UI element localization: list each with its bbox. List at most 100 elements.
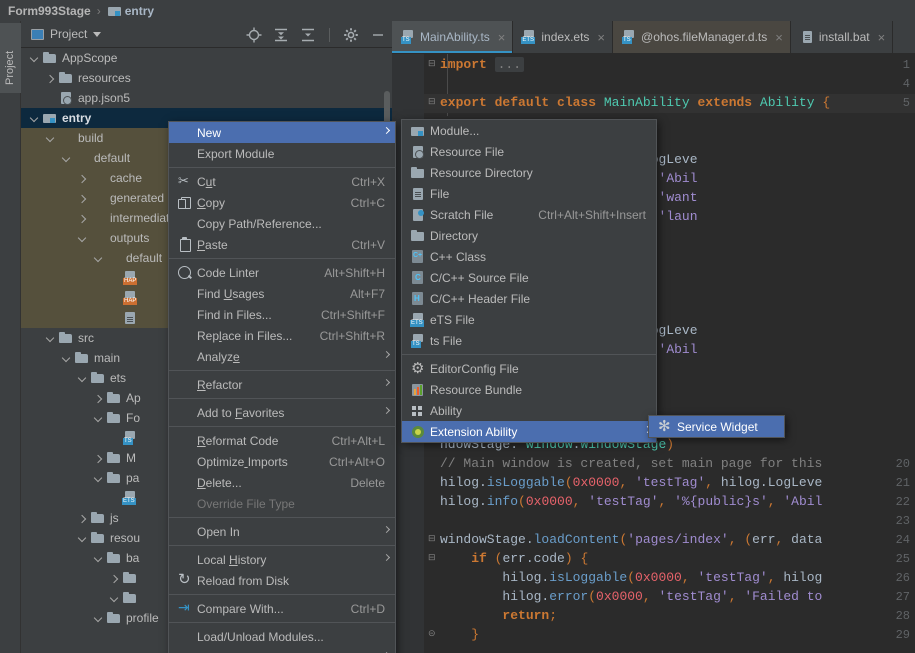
menu-item[interactable]: C/C++ Source File bbox=[402, 267, 656, 288]
menu-item[interactable]: Extension Ability bbox=[402, 421, 656, 442]
code-line[interactable]: hilog.info(0x0000, 'testTag', '%{public}… bbox=[440, 494, 822, 509]
breadcrumb-module[interactable]: entry bbox=[125, 4, 154, 18]
menu-item[interactable]: C/C++ Header File bbox=[402, 288, 656, 309]
menu-item[interactable]: Copy Path/Reference... bbox=[169, 213, 395, 234]
chevron-down-icon[interactable] bbox=[77, 533, 88, 544]
close-icon[interactable]: × bbox=[775, 31, 783, 44]
menu-item[interactable]: Add to Favorites bbox=[169, 402, 395, 423]
menu-item[interactable]: Paste Ctrl+V bbox=[169, 234, 395, 255]
code-line[interactable]: hilog.isLoggable(0x0000, 'testTag', hilo… bbox=[440, 570, 822, 585]
editor-tab[interactable]: install.bat × bbox=[791, 21, 894, 53]
code-line[interactable]: return; bbox=[440, 608, 557, 623]
chevron-right-icon[interactable] bbox=[77, 193, 88, 204]
chevron-down-icon[interactable] bbox=[93, 413, 104, 424]
fold-marker-icon[interactable]: ⊟ bbox=[428, 58, 439, 69]
chevron-down-icon[interactable] bbox=[93, 473, 104, 484]
chevron-right-icon[interactable] bbox=[109, 573, 120, 584]
editor-tab[interactable]: @ohos.fileManager.d.ts × bbox=[613, 21, 791, 53]
tool-strip-project-button[interactable]: Project bbox=[0, 23, 21, 93]
expand-all-icon[interactable] bbox=[273, 27, 289, 43]
menu-item[interactable]: Compare With... Ctrl+D bbox=[169, 598, 395, 619]
menu-item[interactable]: Directory bbox=[402, 225, 656, 246]
breadcrumb-project[interactable]: Form993Stage bbox=[8, 4, 91, 18]
fold-marker-icon[interactable]: ⊟ bbox=[428, 96, 439, 107]
chevron-down-icon[interactable] bbox=[77, 233, 88, 244]
code-line[interactable]: import ... bbox=[440, 57, 525, 72]
code-line[interactable]: } bbox=[440, 627, 479, 642]
chevron-down-icon[interactable] bbox=[109, 593, 120, 604]
menu-item[interactable]: New bbox=[169, 122, 395, 143]
menu-item[interactable]: Cut Ctrl+X bbox=[169, 171, 395, 192]
chevron-right-icon[interactable] bbox=[77, 213, 88, 224]
menu-item[interactable]: Find in Files... Ctrl+Shift+F bbox=[169, 304, 395, 325]
chevron-down-icon[interactable] bbox=[93, 31, 102, 37]
fold-marker-icon[interactable]: ⊟ bbox=[428, 533, 439, 544]
new-submenu[interactable]: Module... Resource File Resource Directory… bbox=[401, 119, 657, 443]
menu-item[interactable]: Replace in Files... Ctrl+Shift+R bbox=[169, 325, 395, 346]
chevron-right-icon[interactable] bbox=[77, 513, 88, 524]
chevron-down-icon[interactable] bbox=[93, 613, 104, 624]
minimize-icon[interactable] bbox=[370, 27, 386, 43]
chevron-right-icon[interactable] bbox=[77, 173, 88, 184]
menu-item[interactable]: Module... bbox=[402, 120, 656, 141]
code-line[interactable]: windowStage.loadContent('pages/index', (… bbox=[440, 532, 822, 547]
tree-row[interactable]: AppScope bbox=[21, 48, 392, 68]
tree-row[interactable]: resources bbox=[21, 68, 392, 88]
menu-item[interactable]: Local History bbox=[169, 549, 395, 570]
menu-item[interactable]: Load/Unload Modules... bbox=[169, 626, 395, 647]
menu-item[interactable]: Ability bbox=[402, 400, 656, 421]
menu-item[interactable]: Analyze bbox=[169, 346, 395, 367]
menu-item[interactable]: Delete... Delete bbox=[169, 472, 395, 493]
chevron-down-icon[interactable] bbox=[29, 113, 40, 124]
menu-item[interactable]: Resource File bbox=[402, 141, 656, 162]
chevron-down-icon[interactable] bbox=[45, 333, 56, 344]
close-icon[interactable]: × bbox=[498, 31, 506, 44]
chevron-right-icon[interactable] bbox=[45, 73, 56, 84]
menu-item[interactable]: EditorConfig File bbox=[402, 358, 656, 379]
code-line[interactable]: hilog.isLoggable(0x0000, 'testTag', hilo… bbox=[440, 475, 822, 490]
menu-item[interactable]: Reformat Code Ctrl+Alt+L bbox=[169, 430, 395, 451]
locate-icon[interactable] bbox=[246, 27, 262, 43]
menu-item[interactable]: Optimize Imports Ctrl+Alt+O bbox=[169, 451, 395, 472]
menu-item[interactable]: Find Usages Alt+F7 bbox=[169, 283, 395, 304]
chevron-down-icon[interactable] bbox=[61, 353, 72, 364]
chevron-down-icon[interactable] bbox=[45, 133, 56, 144]
chevron-down-icon[interactable] bbox=[29, 53, 40, 64]
context-menu[interactable]: NewExport Module CutCtrl+XCopyCtrl+CCopy … bbox=[168, 121, 396, 653]
chevron-right-icon[interactable] bbox=[93, 453, 104, 464]
gear-icon[interactable] bbox=[343, 27, 359, 43]
menu-item[interactable]: Export Module bbox=[169, 143, 395, 164]
code-line[interactable]: // Main window is created, set main page… bbox=[440, 456, 822, 471]
close-icon[interactable]: × bbox=[878, 31, 886, 44]
collapse-all-icon[interactable] bbox=[300, 27, 316, 43]
menu-item[interactable]: eTS File bbox=[402, 309, 656, 330]
tree-row[interactable]: app.json5 bbox=[21, 88, 392, 108]
menu-item[interactable]: Copy Ctrl+C bbox=[169, 192, 395, 213]
menu-item[interactable]: Mark Directory as bbox=[169, 647, 395, 653]
fold-marker-icon[interactable]: ⊝ bbox=[428, 628, 439, 639]
menu-item[interactable]: Scratch File Ctrl+Alt+Shift+Insert bbox=[402, 204, 656, 225]
menu-item[interactable]: Resource Directory bbox=[402, 162, 656, 183]
project-view-selector[interactable]: Project bbox=[31, 27, 102, 41]
editor-tab[interactable]: MainAbility.ts × bbox=[392, 21, 514, 53]
code-line[interactable]: export default class MainAbility extends… bbox=[440, 95, 830, 110]
menu-item[interactable]: ts File bbox=[402, 330, 656, 351]
chevron-down-icon[interactable] bbox=[93, 253, 104, 264]
menu-item[interactable]: Resource Bundle bbox=[402, 379, 656, 400]
extension-ability-submenu[interactable]: Service Widget bbox=[648, 415, 785, 438]
editor-tab[interactable]: index.ets × bbox=[513, 21, 614, 53]
menu-item[interactable]: Refactor bbox=[169, 374, 395, 395]
chevron-down-icon[interactable] bbox=[77, 373, 88, 384]
code-line[interactable]: if (err.code) { bbox=[440, 551, 588, 566]
menu-item[interactable]: Reload from Disk bbox=[169, 570, 395, 591]
fold-marker-icon[interactable]: ⊟ bbox=[428, 552, 439, 563]
menu-item[interactable]: C++ Class bbox=[402, 246, 656, 267]
menu-item[interactable]: Open In bbox=[169, 521, 395, 542]
chevron-down-icon[interactable] bbox=[61, 153, 72, 164]
menu-item[interactable]: File bbox=[402, 183, 656, 204]
menu-item[interactable]: Service Widget bbox=[649, 416, 784, 437]
menu-item[interactable]: Code Linter Alt+Shift+H bbox=[169, 262, 395, 283]
chevron-down-icon[interactable] bbox=[93, 553, 104, 564]
close-icon[interactable]: × bbox=[597, 31, 605, 44]
code-line[interactable]: hilog.error(0x0000, 'testTag', 'Failed t… bbox=[440, 589, 822, 604]
